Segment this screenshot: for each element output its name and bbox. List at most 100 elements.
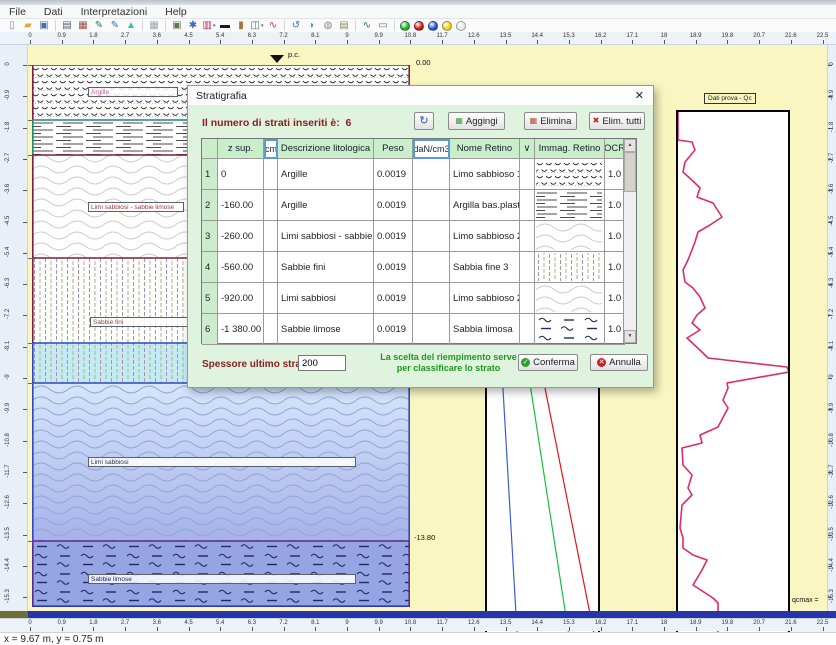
table-cell[interactable] (520, 314, 535, 345)
row-header[interactable]: 2 (202, 190, 218, 221)
report-icon[interactable]: ▤ (60, 20, 74, 32)
table-scrollbar[interactable]: ▲▼ (623, 139, 636, 343)
ball-red-icon[interactable] (414, 21, 424, 31)
row-header[interactable]: 4 (202, 252, 218, 283)
table-cell[interactable]: Limo sabbioso 2 (450, 221, 520, 252)
table-cell[interactable] (264, 190, 278, 221)
spessore-input[interactable] (298, 355, 346, 371)
image-export-icon[interactable]: ▦ (76, 20, 90, 32)
table-cell[interactable]: -920.00 (218, 283, 264, 314)
column-header[interactable]: ∨ (520, 139, 535, 159)
column-header[interactable]: daN/cm3 (413, 139, 450, 159)
table-cell[interactable]: 1.0 (605, 221, 625, 252)
retino-pattern-cell[interactable] (535, 314, 605, 345)
ball-green-icon[interactable] (400, 21, 410, 31)
table-cell[interactable]: 1.0 (605, 314, 625, 345)
row-header[interactable]: 3 (202, 221, 218, 252)
refresh-globe-icon[interactable]: ↺ (289, 20, 303, 32)
column-header[interactable]: Immag. Retino (535, 139, 605, 159)
fill-icon[interactable]: ◗ (305, 20, 319, 32)
elimina-tutti-button[interactable]: ✖ Elim. tutti (589, 112, 645, 130)
table-cell[interactable]: Sabbia fine 3 (450, 252, 520, 283)
table-cell[interactable]: 0 (218, 159, 264, 190)
plot-icon[interactable]: ∿ (360, 20, 374, 32)
retino-pattern-cell[interactable] (535, 159, 605, 190)
table-cell[interactable] (413, 252, 450, 283)
column-header[interactable]: Peso (374, 139, 413, 159)
table-cell[interactable]: Sabbie limose (278, 314, 374, 345)
table-cell[interactable]: Argille (278, 190, 374, 221)
dialog-titlebar[interactable]: Stratigrafia ✕ (188, 86, 653, 106)
bar-chart-icon[interactable]: ▥▾ (202, 20, 216, 32)
table-cell[interactable]: 0.0019 (374, 314, 413, 345)
scrollbar-thumb[interactable] (624, 152, 636, 192)
grid-icon[interactable]: ▦ (147, 20, 161, 32)
column-header[interactable] (202, 139, 218, 159)
menu-item-file[interactable]: File (0, 6, 35, 18)
refresh-button[interactable]: ↻ (414, 112, 434, 130)
screen-icon[interactable]: ▬ (218, 20, 232, 32)
menu-item-dati[interactable]: Dati (35, 6, 72, 18)
retino-pattern-cell[interactable] (535, 221, 605, 252)
table-cell[interactable] (520, 159, 535, 190)
table-cell[interactable] (520, 190, 535, 221)
table-cell[interactable]: 1.0 (605, 190, 625, 221)
scroll-down-icon[interactable]: ▼ (624, 330, 636, 343)
table-cell[interactable] (264, 159, 278, 190)
close-icon[interactable]: ✕ (635, 89, 644, 102)
table-cell[interactable] (413, 190, 450, 221)
ball-blue-icon[interactable] (428, 21, 438, 31)
table-cell[interactable] (264, 314, 278, 345)
ball-white-icon[interactable] (456, 21, 466, 31)
column-header[interactable]: Nome Retino (450, 139, 520, 159)
table-cell[interactable]: Limi sabbiosi - sabbie... (278, 221, 374, 252)
sphere-icon[interactable]: ◍ (321, 20, 335, 32)
retino-pattern-cell[interactable] (535, 283, 605, 314)
table-cell[interactable]: Limi sabbiosi (278, 283, 374, 314)
gear-icon[interactable]: ✱ (186, 20, 200, 32)
column-header[interactable]: cm (264, 139, 278, 159)
table-cell[interactable] (520, 221, 535, 252)
picture-window-icon[interactable]: ▣ (170, 20, 184, 32)
table-cell[interactable]: -260.00 (218, 221, 264, 252)
table-cell[interactable]: 0.0019 (374, 283, 413, 314)
table-cell[interactable] (264, 252, 278, 283)
table-cell[interactable] (264, 221, 278, 252)
line-chart-icon[interactable]: ∿ (266, 20, 280, 32)
elimina-button[interactable]: ▦ Elimina (524, 112, 577, 130)
notes-icon[interactable]: ▤ (337, 20, 351, 32)
table-cell[interactable]: -560.00 (218, 252, 264, 283)
row-header[interactable]: 6 (202, 314, 218, 345)
table-cell[interactable] (520, 252, 535, 283)
table-cell[interactable]: Argilla bas.plast. (450, 190, 520, 221)
table-cell[interactable]: 0.0019 (374, 252, 413, 283)
table-cell[interactable] (264, 283, 278, 314)
table-cell[interactable] (413, 221, 450, 252)
retino-pattern-cell[interactable] (535, 190, 605, 221)
table-cell[interactable]: Limo sabbioso 1 (450, 159, 520, 190)
edit-table-icon[interactable]: ✎ (108, 20, 122, 32)
open-folder-icon[interactable]: ▰ (21, 20, 35, 32)
table-cell[interactable]: 1.0 (605, 252, 625, 283)
table-cell[interactable]: 1.0 (605, 159, 625, 190)
table-cell[interactable]: -1 380.00 (218, 314, 264, 345)
table-cell[interactable]: Argille (278, 159, 374, 190)
scroll-up-icon[interactable]: ▲ (624, 139, 636, 152)
table-cell[interactable] (413, 283, 450, 314)
probe-icon[interactable]: ▲ (124, 20, 138, 32)
table-cell[interactable]: Sabbia limosa (450, 314, 520, 345)
table-cell[interactable]: Sabbie fini (278, 252, 374, 283)
window-icon[interactable]: ◫▾ (250, 20, 264, 32)
table-cell[interactable]: 0.0019 (374, 190, 413, 221)
menu-item-interpretazioni[interactable]: Interpretazioni (72, 6, 157, 18)
dropdown-arrow-icon[interactable]: ▾ (261, 21, 264, 31)
print-icon[interactable]: ▭ (376, 20, 390, 32)
menu-item-help[interactable]: Help (156, 6, 196, 18)
ball-yellow-icon[interactable] (442, 21, 452, 31)
new-document-icon[interactable]: ▯ (5, 20, 19, 32)
row-header[interactable]: 5 (202, 283, 218, 314)
conferma-button[interactable]: ✓ Conferma (518, 354, 578, 371)
retino-pattern-cell[interactable] (535, 252, 605, 283)
table-cell[interactable]: 0.0019 (374, 221, 413, 252)
column-header[interactable]: Descrizione litologica (278, 139, 374, 159)
